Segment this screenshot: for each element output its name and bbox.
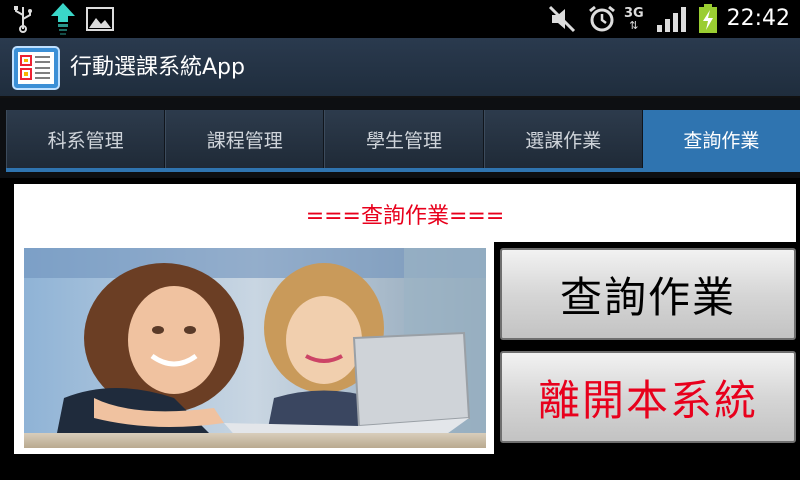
students-laptop-photo: [24, 248, 486, 448]
heading-panel: ===查詢作業===: [14, 184, 796, 242]
tab-student-management[interactable]: 學生管理: [324, 110, 484, 168]
tab-course-management[interactable]: 課程管理: [165, 110, 325, 168]
tab-course-selection[interactable]: 選課作業: [483, 110, 643, 168]
upload-icon: [50, 0, 76, 38]
action-bar: 行動選課系統App: [0, 38, 800, 98]
image-icon: [86, 0, 114, 38]
main-content: ===查詢作業=== 查詢作業 離開本系統: [0, 178, 800, 480]
page-heading: ===查詢作業===: [305, 204, 505, 229]
query-button[interactable]: 查詢作業: [500, 248, 796, 340]
mute-icon: [548, 0, 578, 38]
usb-icon: [12, 0, 34, 38]
tab-bar: 科系管理 課程管理 學生管理 選課作業 查詢作業: [0, 98, 800, 178]
app-title: 行動選課系統App: [70, 55, 245, 80]
tab-department-management[interactable]: 科系管理: [6, 110, 166, 168]
exit-system-button[interactable]: 離開本系統: [500, 351, 796, 443]
signal-icon: [656, 0, 688, 38]
tab-query[interactable]: 查詢作業: [642, 110, 800, 168]
network-label: 3G: [624, 5, 644, 21]
status-bar: 3G ⇅ 22:42: [0, 0, 800, 38]
battery-charging-icon: [698, 0, 718, 38]
network-3g-icon: 3G ⇅: [624, 5, 644, 32]
photo-frame: [14, 242, 494, 454]
alarm-icon: [588, 0, 616, 38]
clock: 22:42: [726, 6, 790, 31]
app-logo-icon: [12, 46, 60, 90]
